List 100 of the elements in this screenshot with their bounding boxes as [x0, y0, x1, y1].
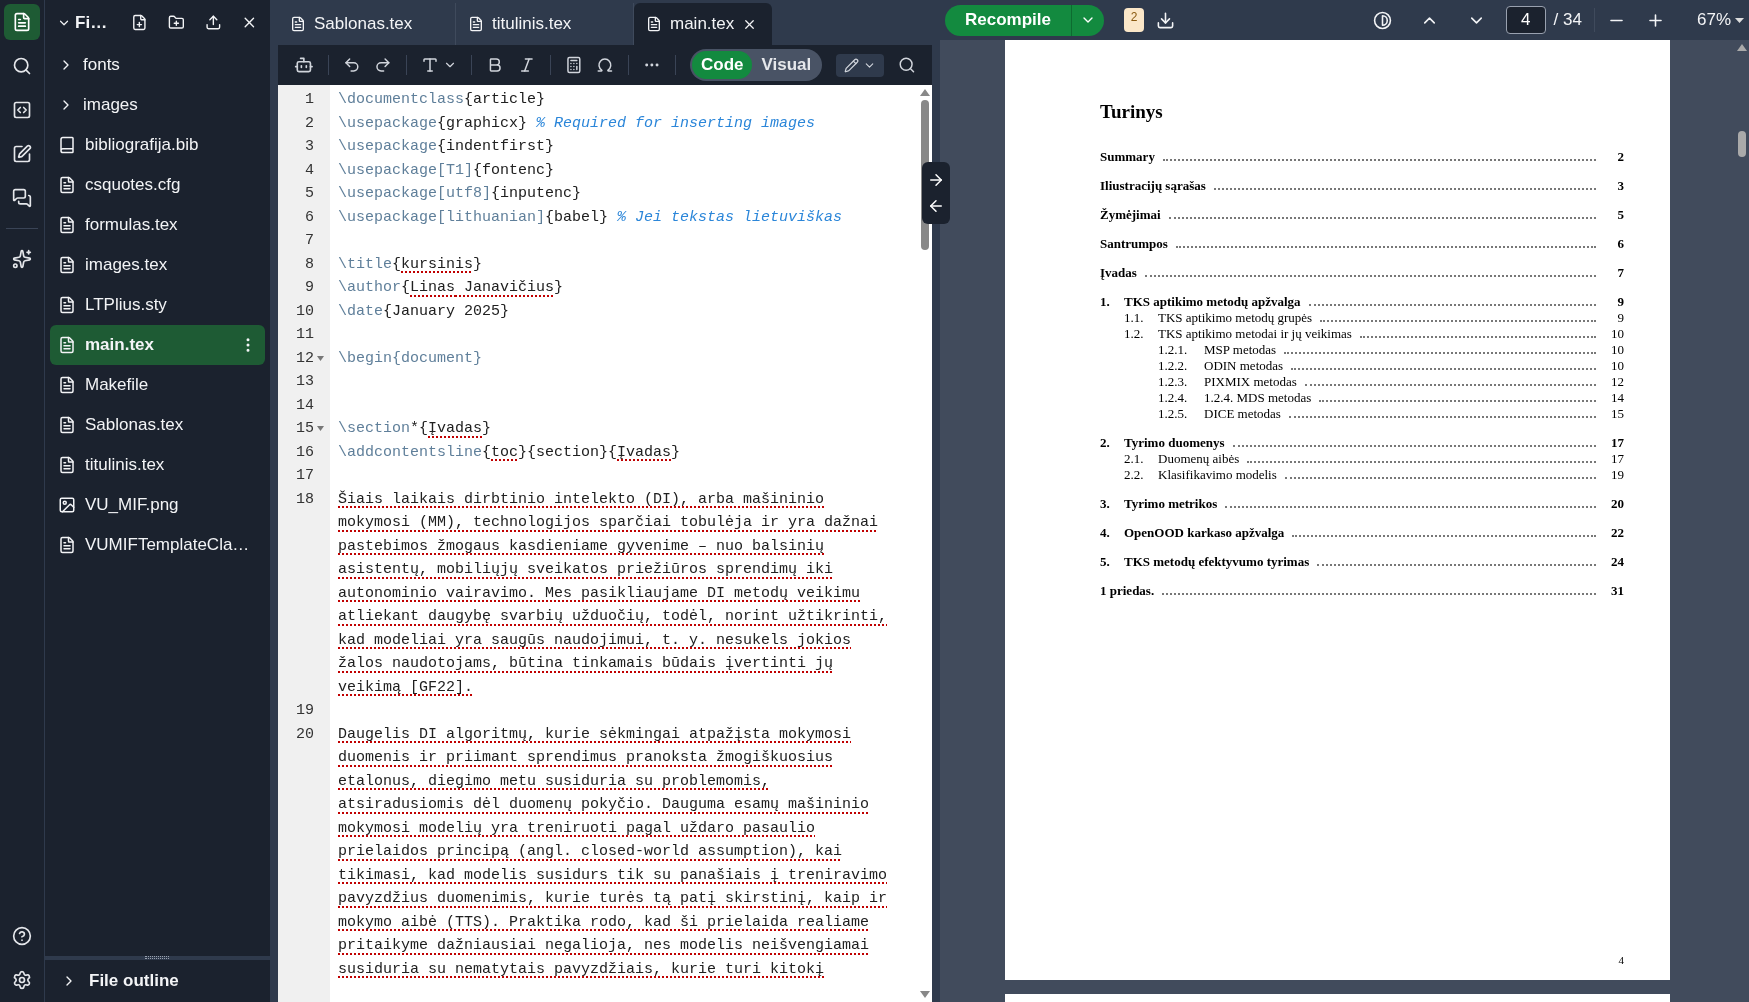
file-tree-item[interactable]: VUMIFTemplateCla…: [50, 525, 265, 565]
file-tree-item[interactable]: LTPlius.sty: [50, 285, 265, 325]
code-token: *{: [410, 420, 429, 437]
arrow-right-icon[interactable]: [927, 171, 945, 189]
file-tree-item[interactable]: Sablonas.tex: [50, 405, 265, 445]
new-folder-icon[interactable]: [167, 13, 185, 32]
line-number: 6: [305, 207, 314, 228]
rail-button[interactable]: [4, 4, 40, 40]
robot-icon[interactable]: [294, 55, 314, 75]
page-input[interactable]: 4: [1505, 6, 1546, 34]
toc-title: DICE metodas: [1204, 406, 1281, 422]
scroll-up-icon[interactable]: [920, 89, 930, 96]
search-icon: [12, 56, 32, 76]
line-number: 16: [296, 442, 314, 463]
file-tree-item[interactable]: formulas.tex: [50, 205, 265, 245]
editor-tab[interactable]: main.tex: [634, 3, 772, 45]
fold-caret-icon[interactable]: [316, 355, 324, 361]
code-text: duomenis ir priimant sprendimus pranoksta žmogiškuosius: [338, 748, 835, 768]
fold-caret-icon[interactable]: [316, 426, 324, 432]
code-token: Įvadas: [617, 443, 672, 461]
code-token: \usepackage: [338, 161, 438, 179]
book-icon: [58, 136, 76, 154]
code-text: mokymosi (MM), technologijos sparčiai tobulėja ir yra dažnai: [338, 513, 880, 533]
file-tree-item[interactable]: images: [50, 85, 265, 125]
toc-title: MSP metodas: [1204, 342, 1277, 358]
file-tree-item[interactable]: Makefile: [50, 365, 265, 405]
code-text: mokymosi modelių yra treniruoti pagal uždaro pasaulio: [338, 818, 817, 839]
file-icon: [58, 536, 76, 554]
caret-icon: [1735, 17, 1744, 23]
code-token: [utf8]: [437, 185, 492, 202]
logs-badge[interactable]: 2: [1124, 8, 1144, 32]
line-number: 5: [305, 184, 314, 204]
scrollbar-thumb[interactable]: [921, 100, 929, 250]
file-icon: [58, 336, 76, 354]
code-token: [T1]: [437, 161, 474, 179]
toc-heading: Turinys: [1100, 100, 1164, 124]
toc-number: 3.: [1100, 496, 1111, 512]
file-tree-item[interactable]: images.tex: [50, 245, 265, 285]
file-icon: [290, 16, 306, 32]
toc-page: 10: [1610, 358, 1624, 374]
file-tree-item[interactable]: bibliografija.bib: [50, 125, 265, 165]
file-icon: [468, 16, 484, 32]
scroll-up-icon[interactable]: [1737, 44, 1747, 51]
toc-number: 2.1.: [1124, 451, 1145, 467]
toc-page: 17: [1610, 435, 1624, 451]
toc-number: 4.: [1100, 525, 1111, 541]
toc-title: 1.2.4. MDS metodas: [1204, 390, 1312, 406]
code-token: Janavičius: [463, 279, 555, 296]
toc-page: 7: [1616, 265, 1624, 281]
download-icon[interactable]: [1156, 10, 1175, 30]
code-token: Linas: [410, 279, 456, 296]
toc-title: Duomenų aibės: [1158, 451, 1240, 467]
code-text: atliekant daugybę svarbių užduočių, todėl, norint užtikrinti,: [338, 607, 888, 627]
file-outline-toggle[interactable]: File outline: [45, 960, 270, 1002]
code-token: {article}: [464, 91, 546, 108]
code-text: prielaidos principą (angl. closed-world assumption), kai: [338, 842, 844, 862]
file-tree-item[interactable]: main.tex: [50, 325, 265, 365]
code-token: {inputenc}: [491, 185, 582, 202]
line-number: 15: [296, 419, 314, 439]
line-number: 20: [296, 724, 314, 745]
new-file-icon[interactable]: [131, 13, 148, 32]
scroll-down-icon[interactable]: [920, 991, 930, 998]
toc-page: 2: [1616, 149, 1624, 165]
math-icon[interactable]: [564, 56, 583, 74]
scrollbar-thumb[interactable]: [1738, 131, 1746, 157]
toc-title: 1 priedas.: [1100, 583, 1155, 599]
file-icon: [58, 416, 76, 434]
contrast-icon[interactable]: [1372, 10, 1392, 30]
resize-handle-icon[interactable]: [145, 956, 169, 959]
code-token: toc: [491, 443, 519, 461]
upload-icon[interactable]: [204, 13, 222, 32]
code-token: {graphicx}: [437, 114, 529, 132]
code-token: \usepackage: [338, 114, 438, 132]
file-tree-item[interactable]: fonts: [50, 45, 265, 85]
toc-page: 12: [1610, 374, 1624, 390]
pen-icon: [844, 57, 860, 73]
toc-title: Iliustracijų sąrašas: [1100, 178, 1206, 194]
code-text: pastebimos žmogaus kasdieniame gyvenime – nuo balsinių: [338, 536, 826, 557]
file-tree-item[interactable]: titulinis.tex: [50, 445, 265, 485]
file-tree-item[interactable]: csquotes.cfg: [50, 165, 265, 205]
toc-number: 1.2.3.: [1158, 374, 1189, 390]
code-token: \usepackage: [338, 185, 438, 202]
pen-dropdown[interactable]: [836, 53, 885, 77]
toc-title: Žymėjimai: [1100, 207, 1161, 223]
code-text: autonominio vairavimo. Mes pasikliaujame DI metodų veikimu: [338, 583, 862, 604]
toc-number: 2.: [1100, 435, 1111, 451]
pane-toggle[interactable]: [922, 162, 950, 224]
review-icon: [12, 144, 32, 164]
mode-option[interactable]: Visual: [752, 51, 821, 79]
chat-icon: [12, 188, 32, 208]
mode-option[interactable]: Code: [691, 51, 753, 79]
search-icon[interactable]: [898, 56, 916, 74]
file-tree-item[interactable]: VU_MIF.png: [50, 485, 265, 525]
omega-icon[interactable]: [596, 56, 615, 74]
recompile-button[interactable]: Recompile: [945, 4, 1104, 36]
zoom-dropdown[interactable]: 67%: [1696, 7, 1744, 33]
undo-icon[interactable]: [342, 56, 361, 74]
toc-number: 1.2.5.: [1158, 406, 1189, 422]
toc-title: TKS metodų efektyvumo tyrimas: [1124, 554, 1310, 570]
file-icon: [58, 256, 76, 274]
